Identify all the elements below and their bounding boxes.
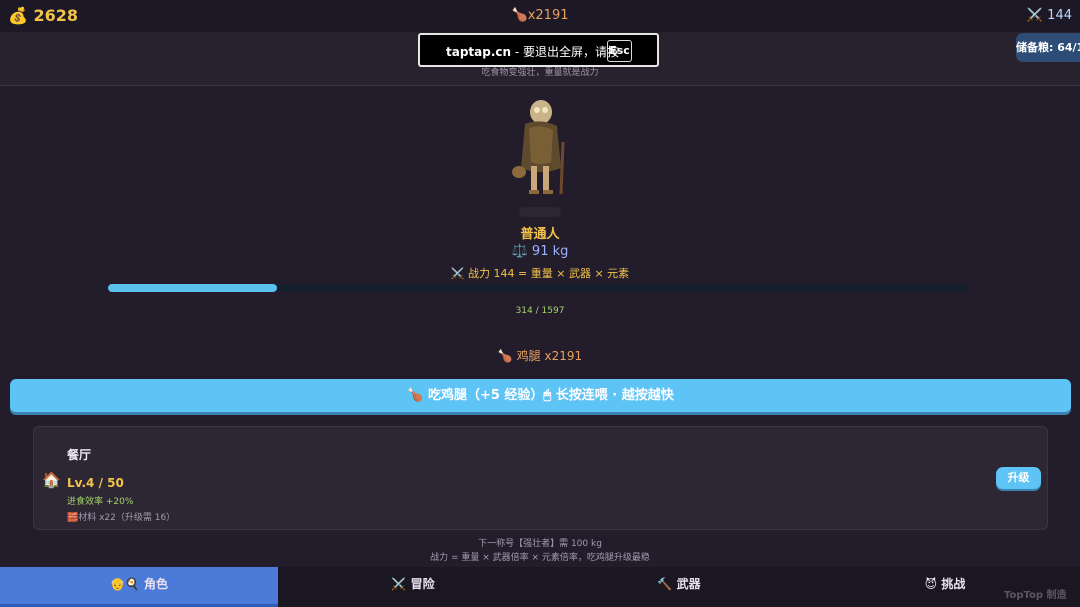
- hammer-icon: 🔨: [657, 577, 673, 591]
- tab-weapon-label: 武器: [676, 577, 701, 591]
- power-counter: ⚔️ 144: [1027, 8, 1072, 23]
- restaurant-level: Lv.4 / 50: [67, 476, 124, 490]
- swords-icon: ⚔️: [1026, 8, 1044, 23]
- esc-key: Esc: [607, 40, 632, 62]
- power-formula-text: 战力 144 = 重量 × 武器 × 元素: [468, 267, 630, 280]
- exp-progress-text: 314 / 1597: [515, 306, 565, 316]
- upgrade-button[interactable]: 升级: [996, 467, 1041, 489]
- fullscreen-message: - 要退出全屏，请按: [511, 45, 620, 59]
- character-sprite[interactable]: [507, 98, 573, 200]
- material-icon: 🧱: [67, 513, 79, 523]
- exp-progress-fill: [108, 284, 278, 292]
- character-shadow: [519, 207, 561, 217]
- drumstick-counter: 🍗x2191: [0, 8, 1080, 23]
- drumstick-icon: 🍗: [497, 349, 513, 363]
- reserve-label: 储备粮: [1016, 41, 1049, 54]
- tab-adventure-label: 冒险: [410, 577, 435, 591]
- bottom-nav: 👴🍳 角色 ⚔️ 冒险 🔨 武器 😈 挑战: [0, 567, 1080, 607]
- drumstick-inventory: 🍗 鸡腿 x2191: [0, 347, 1080, 364]
- power-value: 144: [1047, 8, 1072, 23]
- formula-note: 战力 = 重量 × 武器倍率 × 元素倍率，吃鸡腿升级最稳: [430, 553, 650, 563]
- drumstick-icon: 🍗: [407, 388, 424, 403]
- restaurant-efficiency: 进食效率 +20%: [67, 497, 134, 507]
- watermark: TopTop 制造: [1004, 590, 1067, 601]
- next-title-note: 下一称号【强壮者】需 100 kg: [478, 539, 602, 549]
- restaurant-materials-text: 材料 x22（升级需 16）: [78, 513, 176, 523]
- tab-weapon[interactable]: 🔨 武器: [540, 567, 818, 604]
- drumstick-inventory-label: 鸡腿 x2191: [516, 349, 583, 363]
- top-bar: 💰 2628 🍗x2191 ⚔️ 144: [0, 0, 1080, 32]
- swords-icon: ⚔️: [450, 267, 465, 280]
- drumstick-icon: 🍗: [511, 8, 528, 23]
- eat-button-label: 吃鸡腿（+5 经验）🖱 长按连喂 · 越按越快: [427, 388, 674, 403]
- tab-character-label: 角色: [144, 577, 169, 591]
- devil-icon: 😈: [924, 577, 938, 591]
- weight-value: 91 kg: [531, 244, 569, 259]
- drumstick-count: x2191: [527, 8, 569, 23]
- character-rank: 普通人: [520, 227, 560, 242]
- fullscreen-notice: taptap.cn - 要退出全屏，请按 Esc: [418, 33, 659, 67]
- reserve-value: 64/10: [1057, 41, 1080, 54]
- restaurant-materials: 🧱材料 x22（升级需 16）: [67, 510, 175, 523]
- restaurant-title: 餐厅: [67, 448, 92, 462]
- restaurant-card: 餐厅 🏠 Lv.4 / 50 进食效率 +20% 🧱材料 x22（升级需 16）…: [33, 426, 1048, 530]
- power-formula: ⚔️ 战力 144 = 重量 × 武器 × 元素: [0, 265, 1080, 281]
- restaurant-building-icon: 🏠: [42, 471, 61, 489]
- swords-icon: ⚔️: [391, 577, 407, 591]
- character-icon: 👴🍳: [109, 577, 140, 591]
- tab-adventure[interactable]: ⚔️ 冒险: [274, 567, 552, 604]
- exp-progress-bar: [108, 284, 970, 292]
- food-reserve-badge[interactable]: 储备粮: 64/10: [1016, 33, 1080, 62]
- tab-challenge-label: 挑战: [941, 577, 966, 591]
- character-weight: ⚖️ 91 kg: [0, 244, 1080, 259]
- eat-drumstick-button[interactable]: 🍗 吃鸡腿（+5 经验）🖱 长按连喂 · 越按越快: [10, 379, 1071, 412]
- tab-character[interactable]: 👴🍳 角色: [0, 567, 278, 607]
- fullscreen-domain: taptap.cn: [446, 45, 512, 59]
- scale-icon: ⚖️: [511, 244, 528, 259]
